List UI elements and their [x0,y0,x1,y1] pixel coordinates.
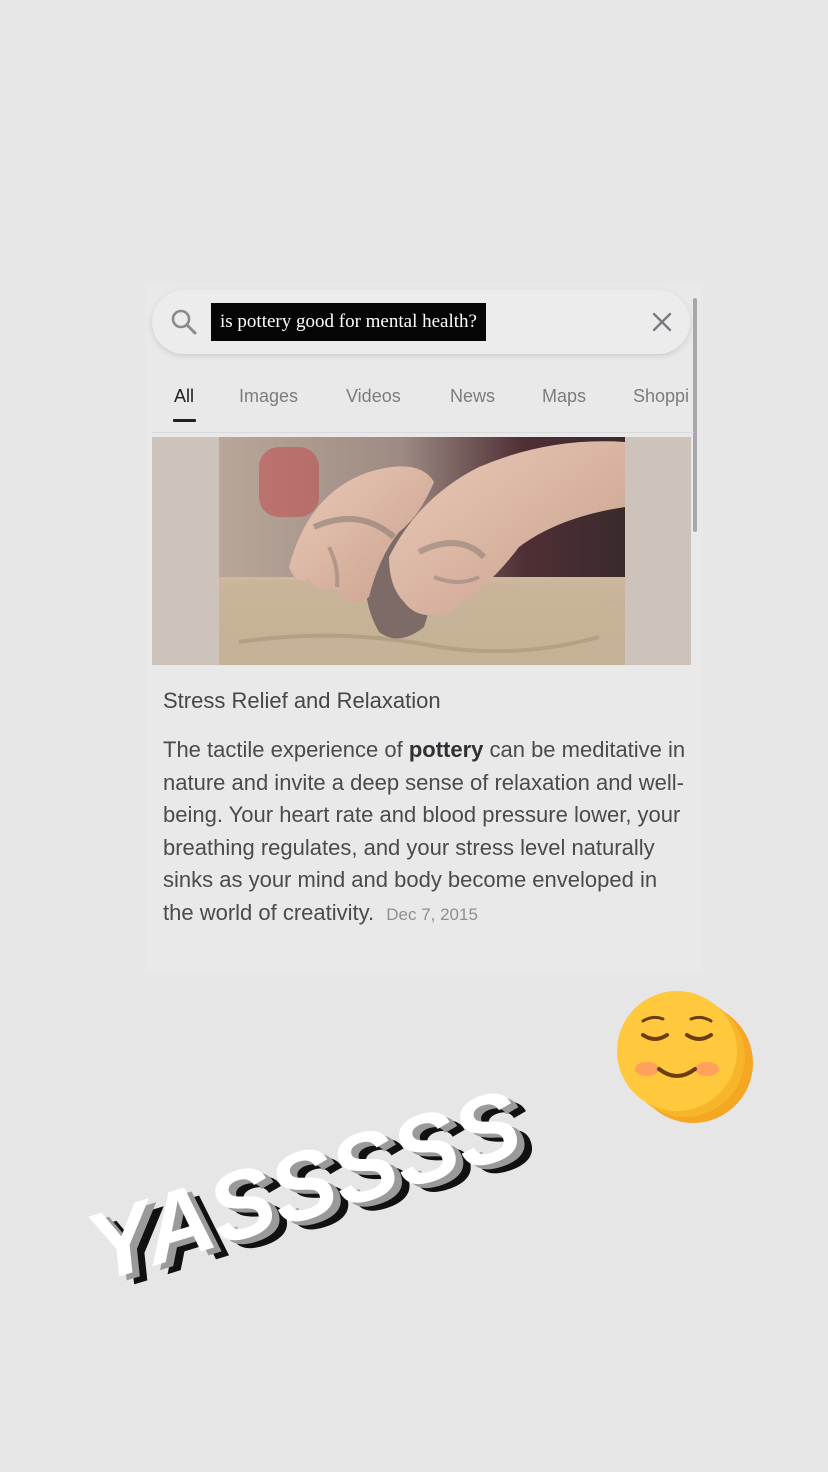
tab-maps[interactable]: Maps [542,386,586,407]
active-tab-indicator [173,419,196,422]
result-snippet: The tactile experience of pottery can be… [163,734,688,932]
yassss-sticker: YASSSSS YASSSSS YASSSSS [75,991,753,1285]
close-icon[interactable] [650,310,674,334]
result-image[interactable] [152,437,691,665]
search-icon[interactable] [170,308,198,336]
pottery-hands-image [219,437,625,665]
smiling-face-emoji [617,991,753,1123]
search-bar[interactable]: is pottery good for mental health? [152,290,690,354]
snippet-text-end: can be meditative in nature and invite a… [163,737,686,925]
result-title[interactable]: Stress Relief and Relaxation [163,688,441,714]
tab-videos[interactable]: Videos [346,386,401,407]
snippet-text-start: The tactile experience of [163,737,409,762]
search-query[interactable]: is pottery good for mental health? [211,303,486,341]
result-date: Dec 7, 2015 [386,904,478,924]
tab-all[interactable]: All [174,386,194,407]
search-tabs: All Images Videos News Maps Shoppi [152,372,694,433]
tab-shopping[interactable]: Shoppi [633,386,689,407]
snippet-highlight: pottery [408,737,484,762]
tab-images[interactable]: Images [239,386,298,407]
tab-news[interactable]: News [450,386,495,407]
